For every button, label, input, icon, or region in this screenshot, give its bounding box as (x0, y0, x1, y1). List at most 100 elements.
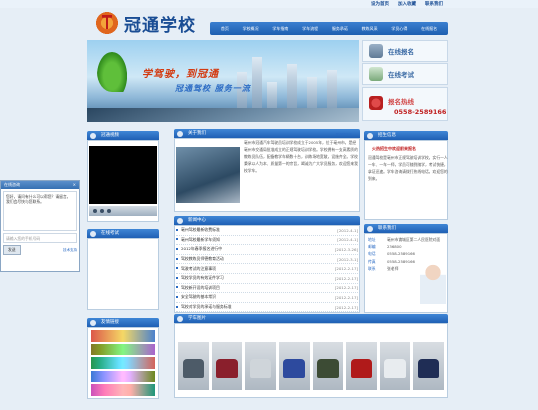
news-date: [2012-2-17] (334, 275, 358, 281)
send-button[interactable]: 发送 (3, 245, 21, 255)
user-icon (369, 44, 383, 58)
friend-link[interactable] (91, 330, 155, 342)
news-title: 2012年春季报名进行中 (176, 246, 222, 252)
friend-links (89, 328, 157, 398)
news-title: 驾校新开设的培训项目 (176, 285, 220, 291)
building (252, 57, 262, 112)
nav-signup[interactable]: 在线报名 (421, 26, 437, 32)
volume-icon[interactable] (107, 209, 111, 213)
car-photo[interactable] (346, 342, 377, 390)
car-photo[interactable] (278, 342, 310, 390)
car-photo[interactable] (312, 342, 344, 390)
car-photo[interactable] (245, 342, 276, 390)
contact-section-header: 联系我们 (364, 224, 448, 233)
add-favorite-link[interactable]: 加入收藏 (398, 1, 416, 7)
car-photo[interactable] (178, 342, 209, 390)
building (287, 64, 297, 112)
contact-link[interactable]: 联系我们 (425, 1, 443, 7)
news-item[interactable]: 亳州驾校最新学车须知 [2012-4-1] (176, 236, 358, 246)
news-item[interactable]: 驾校新开设的培训项目 [2012-2-17] (176, 284, 358, 294)
nav-process[interactable]: 学车流程 (302, 26, 318, 32)
exam-section (87, 238, 159, 310)
exam-section-header: 在线考试 (87, 229, 159, 238)
contact-key: 传真 (368, 258, 376, 264)
top-bar: 设为首页 加入收藏 联系我们 (0, 0, 538, 8)
news-item[interactable]: 2012年春季报名进行中 [2012-3-26] (176, 245, 358, 255)
exam-icon (369, 67, 383, 81)
set-homepage-link[interactable]: 设为首页 (371, 1, 389, 7)
contact-value: 亳州市谯城区第二人民医院对面 (387, 237, 441, 242)
news-item[interactable]: 安全驾驶的基本常识 [2012-2-17] (176, 293, 358, 303)
phone-icon (369, 96, 383, 110)
news-item[interactable]: 亳州驾校最新收费标准 [2012-4-1] (176, 226, 358, 236)
video-player[interactable] (89, 146, 157, 204)
chat-header: 在线咨询 × (1, 181, 79, 189)
notice-text: 冠通驾校是亳州市正规驾驶培训学校，实行一人一车、一车一师，学员可随到随学，考试快… (368, 155, 448, 181)
exam-button[interactable]: 在线考试 (362, 63, 448, 85)
news-title: 驾校对学员的承诺与服务标准 (176, 304, 232, 310)
contact-row: 邮编 236800 (368, 243, 448, 250)
leaf-icon (97, 52, 127, 92)
contact-row: 地址 亳州市谯城区第二人民医院对面 (368, 236, 448, 243)
car-gallery (176, 340, 446, 392)
close-icon[interactable]: × (73, 181, 76, 189)
nav-coaches[interactable]: 教练风采 (362, 26, 378, 32)
about-text: 亳州市冠通汽车驾驶员培训学校成立于2005年，位于亳州市，是经亳州市交通局批准成… (244, 140, 358, 173)
news-date: [2012-4-1] (337, 237, 358, 243)
driving-photo (176, 147, 240, 203)
news-title: 安全驾驶的基本常识 (176, 294, 216, 300)
building (307, 77, 317, 112)
building (327, 70, 337, 112)
news-date: [2012-2-17] (334, 294, 358, 300)
logo-text: 冠通学校 (124, 15, 196, 36)
news-item[interactable]: 驾校教练员师德教育活动 [2012-3-1] (176, 255, 358, 265)
contact-key: 邮编 (368, 244, 376, 250)
news-date: [2012-4-1] (337, 227, 358, 233)
car-photo[interactable] (211, 342, 243, 390)
banner-subslogan: 冠通驾校 服务一流 (175, 83, 251, 93)
notice-section-header: 招生信息 (364, 131, 448, 140)
friend-link[interactable] (91, 370, 155, 383)
page: 设为首页 加入收藏 联系我们 冠通学校 首页 学校概况 学车指南 学车流程 服务… (0, 0, 538, 410)
friend-link[interactable] (91, 343, 155, 356)
road (87, 108, 359, 122)
news-title: 驾校教练员师德教育活动 (176, 256, 224, 262)
phone-input[interactable]: 请输入您的手机号码 (3, 233, 77, 243)
signup-label: 在线报名 (388, 48, 414, 56)
news-title: 驾校学员的有效证件学习 (176, 275, 224, 281)
friend-link[interactable] (91, 384, 155, 396)
contact-value: 0558-2589166 (387, 258, 415, 264)
news-title: 亳州驾校最新学车须知 (176, 237, 220, 243)
contact-key: 联系 (368, 265, 376, 271)
signup-button[interactable]: 在线报名 (362, 40, 448, 62)
hotline-label: 报名热线 (388, 98, 414, 106)
contact-row: 电话 0558-2589166 (368, 250, 448, 257)
contact-value: 张老师 (387, 265, 399, 271)
nav-students[interactable]: 学员心得 (391, 26, 407, 32)
news-list: 亳州驾校最新收费标准 [2012-4-1] 亳州驾校最新学车须知 [2012-4-1… (176, 226, 358, 313)
notice-title[interactable]: 火热招生中欢迎前来报名 (372, 146, 416, 152)
news-title: 驾驶考试的注意事项 (176, 266, 216, 272)
tech-support-link[interactable]: 技术支持 (63, 248, 77, 253)
nav-home[interactable]: 首页 (221, 26, 229, 32)
news-title: 亳州驾校最新收费标准 (176, 227, 220, 233)
chat-message-area[interactable]: 您好，请问有什么可以帮您？请留言，我们会尽快与您联系。 (3, 191, 77, 231)
news-date: [2012-2-17] (334, 285, 358, 291)
service-agent-image (420, 262, 446, 304)
car-photo[interactable] (379, 342, 411, 390)
car-photo[interactable] (413, 342, 444, 390)
nav-service[interactable]: 服务承诺 (332, 26, 348, 32)
news-item[interactable]: 驾校对学员的承诺与服务标准 [2012-2-17] (176, 303, 358, 313)
friend-link[interactable] (91, 357, 155, 369)
video-section-header: 冠通视频 (87, 131, 159, 140)
about-more-link[interactable]: more>> (336, 131, 352, 136)
contact-value: 236800 (387, 244, 402, 250)
links-section-header: 友情链接 (87, 318, 159, 327)
nav-guide[interactable]: 学车指南 (272, 26, 288, 32)
news-item[interactable]: 驾驶考试的注意事项 [2012-2-17] (176, 264, 358, 274)
nav-about[interactable]: 学校概况 (243, 26, 259, 32)
news-item[interactable]: 驾校学员的有效证件学习 [2012-2-17] (176, 274, 358, 284)
play-icon[interactable] (93, 209, 97, 213)
stop-icon[interactable] (100, 209, 104, 213)
chat-widget: 在线咨询 × 您好，请问有什么可以帮您？请留言，我们会尽快与您联系。 请输入您的… (0, 180, 80, 272)
